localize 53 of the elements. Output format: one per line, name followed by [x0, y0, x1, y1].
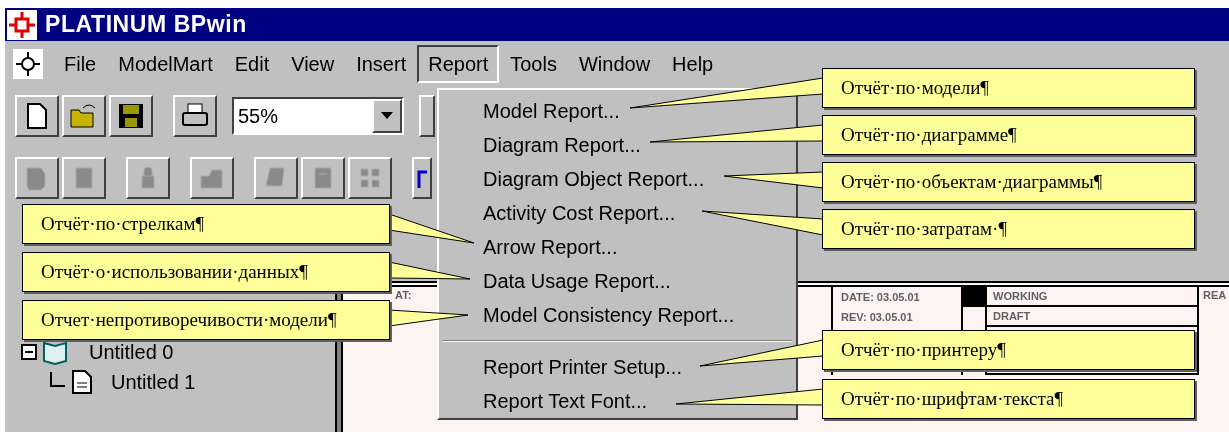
- app-logo-icon: [7, 9, 37, 40]
- zoom-dropdown[interactable]: 55%: [232, 97, 404, 135]
- toolbar-button[interactable]: [15, 95, 59, 137]
- menu-item[interactable]: ModelMart: [107, 45, 224, 83]
- frame-label: REV: 03.05.01: [841, 310, 914, 325]
- menu-option[interactable]: Diagram Object Report...: [439, 162, 796, 196]
- menu-item[interactable]: Edit: [223, 45, 281, 83]
- zoom-value: 55%: [237, 104, 280, 129]
- menu-option[interactable]: Data Usage Report...: [439, 264, 796, 298]
- toolbar-button[interactable]: [126, 157, 170, 199]
- frame-label: DRAFT: [987, 307, 1197, 327]
- menu-item[interactable]: Tools: [499, 45, 568, 83]
- callout-tooltip: Отчет·непротиворечивости·модели¶: [22, 300, 390, 340]
- document-icon: [71, 369, 93, 395]
- new-document-icon: [25, 102, 49, 130]
- toolbar-button[interactable]: [190, 157, 234, 199]
- menu-option[interactable]: Report Printer Setup...: [439, 350, 796, 384]
- menu-item[interactable]: File: [53, 45, 108, 83]
- callout-tooltip: Отчёт·по·объектам·диаграммы¶: [822, 162, 1195, 202]
- menu-option[interactable]: Activity Cost Report...: [439, 196, 796, 230]
- caret-icon: [381, 112, 393, 120]
- toolbar-button[interactable]: [419, 95, 435, 137]
- toolbar-button[interactable]: [348, 157, 392, 199]
- tree-item[interactable]: Untitled 0: [89, 337, 174, 367]
- menu-item[interactable]: Insert: [345, 45, 418, 83]
- frame-label: AT:: [395, 289, 412, 301]
- callout-tooltip: Отчёт·о·использовании·данных¶: [22, 252, 390, 292]
- toolbar-button[interactable]: [412, 157, 432, 199]
- menu-item[interactable]: Help: [661, 45, 725, 83]
- toolbar-button[interactable]: [62, 95, 106, 137]
- crosshair-icon[interactable]: [13, 49, 43, 79]
- window-title: PLATINUM BPwin: [45, 10, 247, 40]
- menu-option[interactable]: Model Report...: [439, 94, 796, 128]
- tree-item[interactable]: Untitled 1: [111, 367, 196, 397]
- minus-box-icon[interactable]: [21, 344, 37, 360]
- menu-item[interactable]: Report: [417, 45, 500, 83]
- menu-item[interactable]: Window: [567, 45, 662, 83]
- menu-option[interactable]: Model Consistency Report...: [439, 298, 796, 332]
- toolbar-button[interactable]: [109, 95, 153, 137]
- menu-option[interactable]: Arrow Report...: [439, 230, 796, 264]
- menu-option[interactable]: Report Text Font...: [439, 384, 796, 418]
- toolbar-button[interactable]: [301, 157, 345, 199]
- toolbar-button[interactable]: [15, 157, 59, 199]
- toolbar-button[interactable]: [173, 95, 217, 137]
- menu-option[interactable]: Diagram Report...: [439, 128, 796, 162]
- frame-label: REA: [1203, 289, 1227, 301]
- callout-tooltip: Отчёт·по·диаграмме¶: [822, 115, 1195, 155]
- menu-item[interactable]: View: [280, 45, 346, 83]
- frame-label: DATE: 03.05.01: [841, 290, 921, 305]
- frame-label: WORKING: [987, 287, 1197, 307]
- callout-tooltip: Отчёт·по·шрифтам·текста¶: [822, 379, 1195, 419]
- toolbar-button[interactable]: [62, 157, 106, 199]
- toolbar-button[interactable]: [254, 157, 298, 199]
